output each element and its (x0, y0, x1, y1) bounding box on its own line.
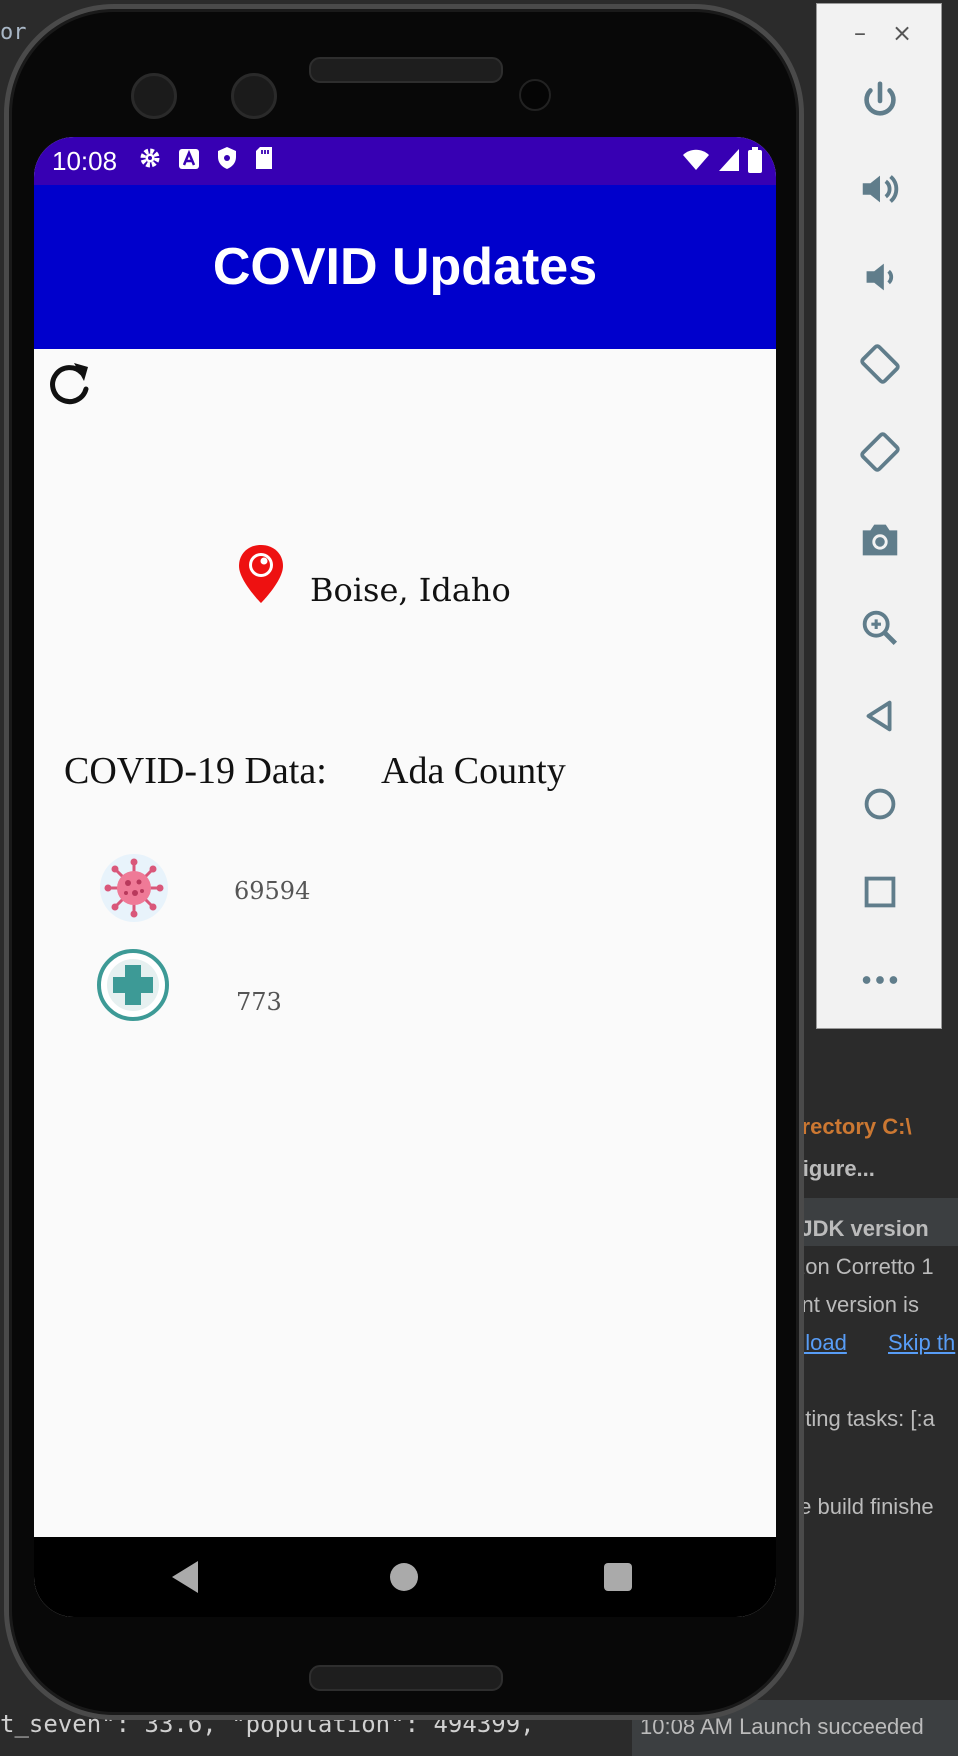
emulator-toolbar: – × (816, 3, 942, 1029)
speaker-grille-bottom (309, 1665, 503, 1691)
power-button[interactable] (850, 71, 910, 131)
back-triangle-icon (866, 700, 892, 732)
rotate-right-icon (860, 432, 900, 472)
nav-back-button[interactable] (172, 1561, 198, 1593)
volume-down-icon (866, 263, 894, 291)
camera-lens (231, 73, 277, 119)
power-icon (864, 81, 896, 116)
phone-frame: 10:08 COVID Updates Boise, Idaho COVID-1… (4, 4, 804, 1720)
deaths-count: 773 (236, 988, 282, 1016)
county-label: Ada County (381, 750, 566, 792)
navigation-bar (34, 1537, 776, 1617)
phone-screen: 10:08 COVID Updates Boise, Idaho COVID-1… (34, 137, 776, 1617)
cases-count: 69594 (234, 877, 311, 905)
app-title: COVID Updates (212, 238, 598, 296)
log-line: azon Corretto 1 (782, 1254, 934, 1279)
volume-up-button[interactable] (850, 159, 910, 219)
status-time: 10:08 (52, 146, 118, 176)
ide-build-log: directory C:\ nfigure... v JDK version a… (780, 1114, 958, 1756)
zoom-icon (862, 610, 898, 646)
battery-icon (748, 147, 762, 180)
log-line: v JDK version (782, 1216, 929, 1241)
ide-code-line: or (0, 20, 27, 45)
location-pin-icon (239, 545, 283, 603)
camera-lens (131, 73, 177, 119)
nav-recents-button[interactable] (604, 1563, 632, 1591)
more-button[interactable] (850, 950, 910, 1010)
shield-icon (216, 146, 238, 177)
log-line: cuting tasks: [:a (782, 1406, 935, 1431)
speaker-grille (309, 57, 503, 83)
camera-icon (862, 524, 898, 556)
refresh-button[interactable] (44, 359, 94, 409)
volume-down-button[interactable] (850, 247, 910, 307)
screenshot-button[interactable] (850, 510, 910, 570)
refresh-icon (50, 363, 89, 405)
home-button[interactable] (850, 774, 910, 834)
data-section-title: COVID-19 Data: (64, 750, 327, 792)
nav-home-button[interactable] (390, 1563, 418, 1591)
more-dots-icon (862, 976, 898, 984)
wifi-icon (682, 148, 710, 179)
location-row: Boise, Idaho (236, 543, 511, 609)
app-bar: COVID Updates (34, 185, 776, 349)
medical-cross-icon (97, 949, 169, 1021)
back-button[interactable] (850, 686, 910, 746)
log-line: dle build finishe (782, 1494, 934, 1519)
overview-button[interactable] (850, 862, 910, 922)
rotate-left-button[interactable] (850, 334, 910, 394)
rotate-right-button[interactable] (850, 422, 910, 482)
close-button[interactable]: × (887, 18, 917, 48)
a-notification-icon (178, 146, 200, 177)
log-link-skip[interactable]: Skip th (888, 1330, 955, 1356)
status-bar: 10:08 (34, 137, 776, 185)
location-label: Boise, Idaho (310, 571, 511, 609)
sd-card-icon (254, 146, 274, 177)
front-camera (519, 79, 551, 111)
zoom-button[interactable] (850, 598, 910, 658)
overview-square-icon (864, 876, 896, 908)
virus-icon (100, 854, 168, 922)
signal-icon (718, 148, 740, 179)
minimize-button[interactable]: – (845, 18, 875, 48)
settings-gear-icon (138, 146, 162, 177)
volume-up-icon (862, 175, 899, 203)
home-circle-icon (864, 788, 896, 820)
rotate-left-icon (860, 344, 900, 384)
